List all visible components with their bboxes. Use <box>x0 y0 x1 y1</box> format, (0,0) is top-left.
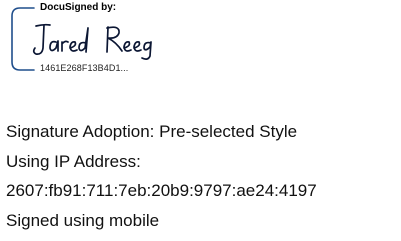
ip-address: 2607:fb91:711:7eb:20b9:9797:ae24:4197 <box>6 181 317 200</box>
adoption-line: Signature Adoption: Pre-selected Style <box>6 122 298 141</box>
envelope-id: 1461E268F13B4D1... <box>38 63 131 74</box>
docusign-signature-block: DocuSigned by: 1461E268F13B4D1... <box>0 0 220 80</box>
ip-label: Using IP Address: <box>6 151 141 171</box>
signed-via-line: Signed using mobile <box>6 210 160 230</box>
signature-details: Signature Adoption: Pre-selected Style U… <box>6 117 317 235</box>
docusigned-by-label: DocuSigned by: <box>38 2 119 14</box>
handwritten-signature <box>32 23 152 60</box>
